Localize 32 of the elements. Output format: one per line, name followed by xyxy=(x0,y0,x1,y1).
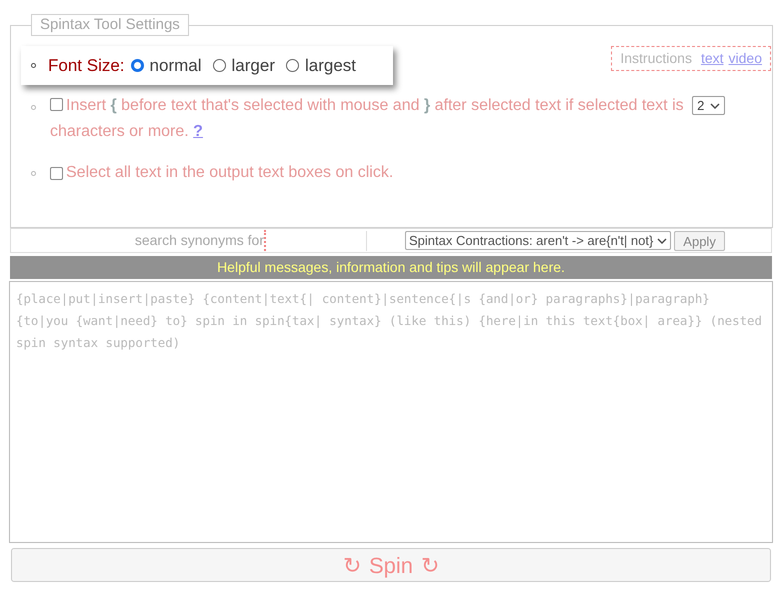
refresh-icon: ↻ xyxy=(421,548,440,582)
chevron-down-icon xyxy=(657,238,668,244)
bullet-icon xyxy=(31,63,36,68)
radio-label: largest xyxy=(304,54,356,77)
spin-label: Spin xyxy=(368,552,414,580)
radio-button[interactable] xyxy=(286,59,299,72)
bullet-icon xyxy=(31,170,36,176)
panel-legend: Spintax Tool Settings xyxy=(31,14,189,36)
bullet-icon xyxy=(31,105,36,110)
search-field[interactable]: search synonyms for xyxy=(116,230,266,251)
checkbox[interactable] xyxy=(50,166,63,180)
characters-text: characters or more. xyxy=(50,123,189,140)
instructions-link[interactable]: video xyxy=(728,48,762,69)
message-text: Helpful messages, information and tips will appear here. xyxy=(217,258,565,277)
spin-button[interactable]: ↻ Spin ↻ xyxy=(11,548,771,582)
length-select[interactable]: 2 xyxy=(692,96,726,116)
chevron-down-icon xyxy=(710,102,720,109)
help-link[interactable]: ? xyxy=(193,123,203,140)
instructions-label: Instructions xyxy=(620,49,692,68)
font-size-label: Font Size: xyxy=(48,54,125,77)
checkbox[interactable] xyxy=(50,98,63,111)
instructions-link[interactable]: text xyxy=(700,48,724,69)
radio-label: normal xyxy=(150,54,202,77)
select-all-label: Select all text in the output text boxes on click. xyxy=(66,163,394,183)
apply-button[interactable]: Apply xyxy=(674,230,725,250)
insert-option-text: Insert { before text that's selected with mouse and } after selected text if selected text is xyxy=(66,97,684,114)
radio-button[interactable] xyxy=(212,59,226,72)
contractions-select[interactable]: Spintax Contractions: aren't -> are{n't| not} xyxy=(405,231,672,250)
radio-button[interactable] xyxy=(130,59,144,72)
refresh-icon: ↻ xyxy=(342,548,361,582)
radio-label: larger xyxy=(232,54,275,77)
editor-placeholder: {place|put|insert|paste} {content|text{| content}|sentence{|s {and|or} paragraphs}|paragraph} {to|you {want|need} to} spin in spin{tax| syntax} (like this) {here|in this text{box| area}} (nested spin syntax supported) xyxy=(15,290,763,352)
